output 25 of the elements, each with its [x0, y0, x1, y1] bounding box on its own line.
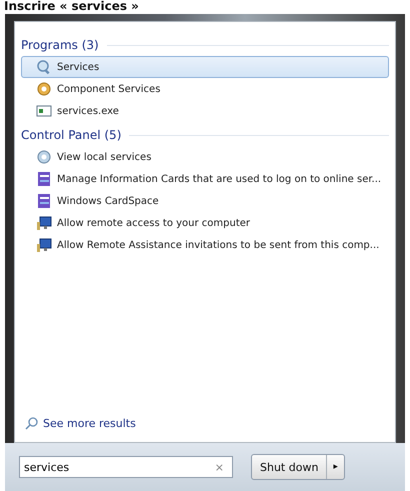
- gear-icon: [36, 81, 52, 97]
- result-item[interactable]: services.exe: [21, 100, 389, 122]
- result-item[interactable]: View local services: [21, 146, 389, 168]
- result-item[interactable]: Manage Information Cards that are used to log on to online ser...: [21, 168, 389, 190]
- shutdown-button[interactable]: Shut down: [252, 455, 326, 479]
- card-icon: [36, 193, 52, 209]
- result-item[interactable]: Allow remote access to your computer: [21, 212, 389, 234]
- card-icon: [36, 171, 52, 187]
- search-field[interactable]: services ×: [19, 456, 233, 478]
- monitor-icon: [36, 215, 52, 231]
- magnifier-icon: [36, 59, 52, 75]
- window-icon: [36, 103, 52, 119]
- result-item[interactable]: Windows CardSpace: [21, 190, 389, 212]
- section-header: Control Panel (5): [21, 128, 122, 142]
- clear-button[interactable]: ×: [214, 460, 224, 474]
- shutdown-options-button[interactable]: ▸: [326, 455, 344, 479]
- gear-icon: [36, 149, 52, 165]
- result-item[interactable]: Services: [21, 56, 389, 78]
- section-header: Programs (3): [21, 38, 99, 52]
- see-more-link[interactable]: See more results: [43, 417, 136, 430]
- result-item[interactable]: Allow Remote Assistance invitations to be sent from this comp...: [21, 234, 389, 256]
- page-caption: Inscrire « services »: [3, 0, 140, 14]
- search-icon: [25, 417, 38, 430]
- monitor-icon: [36, 237, 52, 253]
- result-item[interactable]: Component Services: [21, 78, 389, 100]
